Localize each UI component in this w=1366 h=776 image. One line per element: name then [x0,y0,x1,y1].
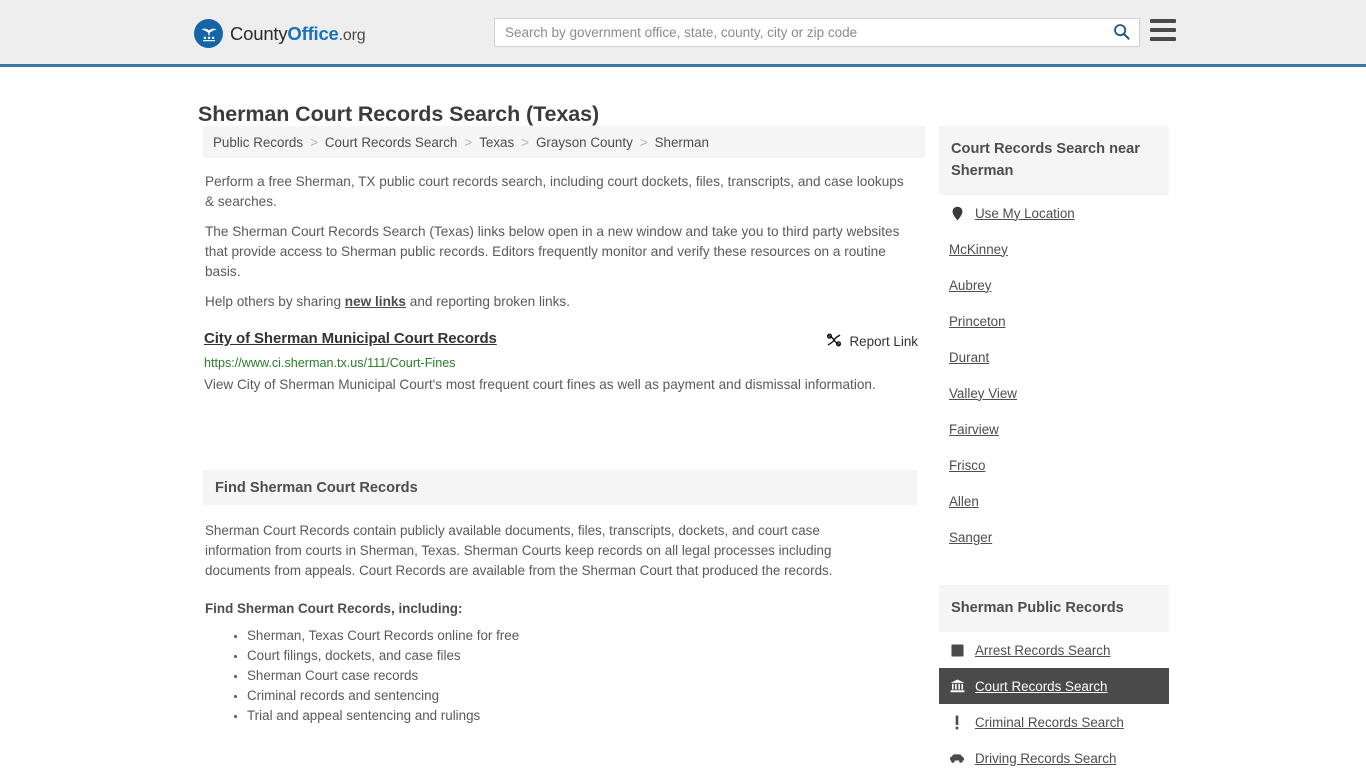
sidebar-link-label[interactable]: Court Records Search [975,679,1107,694]
car-icon [949,753,965,764]
sidebar-link-label[interactable]: Durant [949,350,989,365]
sidebar-item-arrest-records-search[interactable]: Arrest Records Search [939,632,1169,668]
breadcrumb: Public Records > Court Records Search > … [203,126,925,158]
public-records-panel: Sherman Public Records Arrest Records Se… [939,585,1169,776]
sidebar-item-frisco[interactable]: Frisco [939,447,1169,483]
search-bar[interactable] [494,18,1140,47]
search-button[interactable] [1103,19,1139,46]
result-title-link[interactable]: City of Sherman Municipal Court Records [204,330,497,347]
site-header: CountyOffice.org [0,0,1366,67]
hamburger-bar [1150,28,1176,32]
sidebar-item-use-my-location[interactable]: Use My Location [939,195,1169,231]
eagle-shield-logo-icon [194,19,223,48]
courthouse-icon [949,679,965,693]
section-bullet-list: Sherman, Texas Court Records online for … [203,626,917,726]
public-records-panel-heading: Sherman Public Records [939,585,1169,632]
nearby-panel-heading: Court Records Search near Sherman [939,126,1169,195]
breadcrumb-item-sherman[interactable]: Sherman [655,135,709,150]
section-paragraph: Sherman Court Records contain publicly a… [205,521,863,581]
new-links-link[interactable]: new links [345,294,406,309]
list-item: Criminal records and sentencing [247,686,917,706]
sidebar-item-sanger[interactable]: Sanger [939,519,1169,555]
sidebar-link-label[interactable]: Use My Location [975,206,1075,221]
sidebar-link-label[interactable]: Driving Records Search [975,751,1116,766]
sidebar-link-label[interactable]: Allen [949,494,979,509]
find-records-section: Find Sherman Court Records Sherman Court… [203,470,917,726]
report-link-label: Report Link [850,334,918,349]
sidebar-link-label[interactable]: Aubrey [949,278,991,293]
logo-text-county: County [230,23,287,44]
site-logo[interactable]: CountyOffice.org [194,19,365,48]
exclamation-icon [949,715,965,730]
intro-paragraph-3: Help others by sharing new links and rep… [205,292,905,312]
breadcrumb-separator: > [521,135,529,150]
public-records-list: Arrest Records Search Court Records Sear… [939,632,1169,776]
sidebar-item-fairview[interactable]: Fairview [939,411,1169,447]
breadcrumb-item-public-records[interactable]: Public Records [213,135,303,150]
page-title: Sherman Court Records Search (Texas) [198,102,599,127]
logo-text-org: .org [339,27,366,44]
sidebar-item-court-records-search[interactable]: Court Records Search [939,668,1169,704]
sidebar-link-label[interactable]: Fairview [949,422,999,437]
logo-text-office: Office [287,23,338,44]
sidebar-link-label[interactable]: Sanger [949,530,992,545]
map-pin-icon [949,206,965,221]
sidebar-link-label[interactable]: Frisco [949,458,985,473]
list-item: Trial and appeal sentencing and rulings [247,706,917,726]
breadcrumb-separator: > [310,135,318,150]
sidebar-link-label[interactable]: Criminal Records Search [975,715,1124,730]
result-description: View City of Sherman Municipal Court's m… [204,373,916,397]
list-item: Sherman, Texas Court Records online for … [247,626,917,646]
sidebar-item-criminal-records-search[interactable]: Criminal Records Search [939,704,1169,740]
sidebar-item-valley-view[interactable]: Valley View [939,375,1169,411]
section-subheading: Find Sherman Court Records, including: [205,601,917,616]
breadcrumb-item-grayson-county[interactable]: Grayson County [536,135,633,150]
hamburger-bar [1150,19,1176,23]
sidebar: Court Records Search near Sherman Use My… [939,126,1169,776]
list-item: Sherman Court case records [247,666,917,686]
sidebar-item-allen[interactable]: Allen [939,483,1169,519]
sidebar-link-label[interactable]: Princeton [949,314,1006,329]
breadcrumb-item-court-records-search[interactable]: Court Records Search [325,135,457,150]
sidebar-item-aubrey[interactable]: Aubrey [939,267,1169,303]
breadcrumb-item-texas[interactable]: Texas [479,135,514,150]
sidebar-link-label[interactable]: Arrest Records Search [975,643,1110,658]
search-icon [1113,23,1130,43]
section-heading: Find Sherman Court Records [203,470,917,505]
hamburger-bar [1150,37,1176,41]
result-url: https://www.ci.sherman.tx.us/111/Court-F… [204,356,926,370]
report-link-button[interactable]: Report Link [826,332,918,351]
fingerprint-icon [949,644,965,657]
hamburger-menu-icon[interactable] [1150,19,1176,41]
search-input[interactable] [495,25,1103,40]
intro-paragraph-1: Perform a free Sherman, TX public court … [205,172,905,212]
sidebar-item-durant[interactable]: Durant [939,339,1169,375]
intro-p3-before: Help others by sharing [205,294,345,309]
breadcrumb-separator: > [464,135,472,150]
sidebar-link-label[interactable]: Valley View [949,386,1017,401]
sidebar-item-driving-records-search[interactable]: Driving Records Search [939,740,1169,776]
nearby-city-list: Use My Location McKinney Aubrey Princeto… [939,195,1169,555]
main-content: Public Records > Court Records Search > … [203,126,925,158]
nearby-search-panel: Court Records Search near Sherman Use My… [939,126,1169,555]
logo-wordmark: CountyOffice.org [230,23,365,45]
list-item: Court filings, dockets, and case files [247,646,917,666]
broken-link-icon [826,332,842,351]
sidebar-item-mckinney[interactable]: McKinney [939,231,1169,267]
intro-paragraph-2: The Sherman Court Records Search (Texas)… [205,222,910,282]
breadcrumb-separator: > [640,135,648,150]
sidebar-item-princeton[interactable]: Princeton [939,303,1169,339]
intro-p3-after: and reporting broken links. [406,294,570,309]
search-result-item: City of Sherman Municipal Court Records … [204,330,926,397]
sidebar-link-label[interactable]: McKinney [949,242,1008,257]
